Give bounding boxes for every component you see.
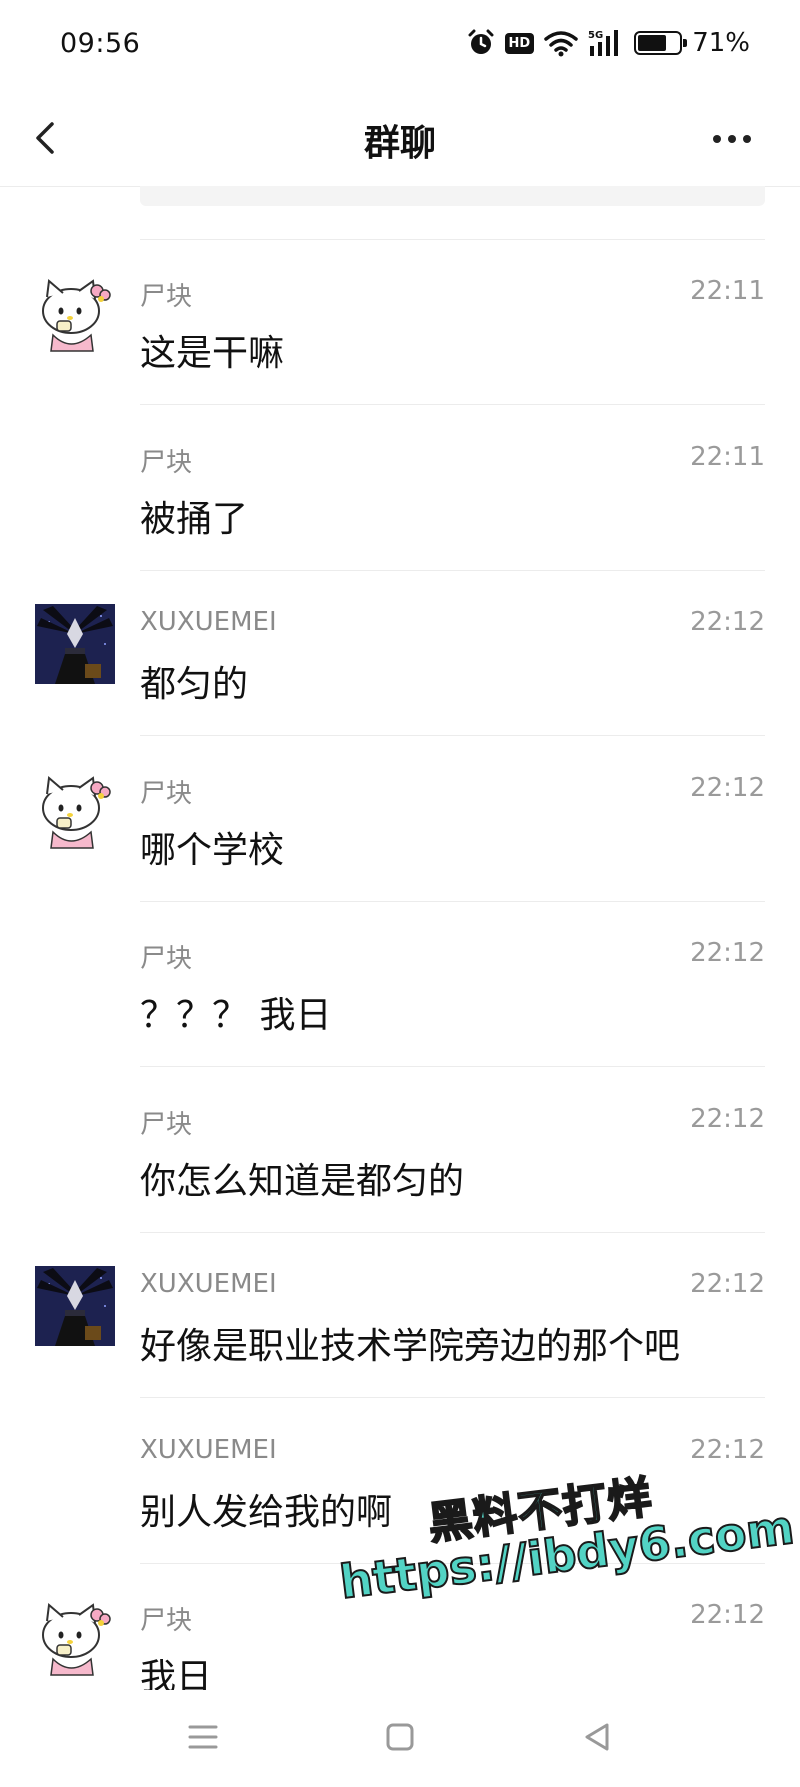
message-sender: 尸块 xyxy=(140,447,193,478)
battery-icon xyxy=(634,31,688,55)
message-sender: 尸块 xyxy=(140,778,193,809)
hello-kitty-avatar[interactable] xyxy=(35,769,115,850)
page-title: 群聊 xyxy=(363,123,436,164)
message-time: 22:12 xyxy=(690,1103,765,1134)
message-sender: 尸块 xyxy=(140,1109,193,1140)
previous-content-remnant xyxy=(140,186,765,206)
message-item[interactable]: 尸块 22:12 哪个学校 xyxy=(0,737,800,902)
message-text: 这是干嘛 xyxy=(140,333,285,374)
message-item[interactable]: XUXUEMEI 22:12 好像是职业技术学院旁边的那个吧 xyxy=(0,1233,800,1398)
message-item[interactable]: 尸块 22:11 被捅了 xyxy=(0,406,800,571)
dark-figure-avatar[interactable] xyxy=(35,1266,115,1346)
home-button[interactable] xyxy=(375,1712,425,1762)
menu-button[interactable] xyxy=(178,1712,228,1762)
message-sender: XUXUEMEI xyxy=(140,1434,277,1465)
signal-icon: 5G xyxy=(588,28,624,58)
message-time: 22:12 xyxy=(690,772,765,803)
battery-fill xyxy=(638,35,667,51)
hd-icon: HD xyxy=(504,32,535,54)
hello-kitty-avatar[interactable] xyxy=(35,273,115,353)
more-button[interactable] xyxy=(702,114,762,164)
system-nav-bar xyxy=(0,1690,800,1787)
hello-kitty-avatar[interactable] xyxy=(35,1597,115,1677)
more-dot xyxy=(743,135,751,143)
menu-icon xyxy=(188,1725,218,1749)
message-time: 22:11 xyxy=(690,276,765,306)
status-bar: 09:56 HD 5G 71% xyxy=(0,0,800,92)
dark-figure-avatar[interactable] xyxy=(35,604,115,684)
nav-bar: 群聊 xyxy=(0,92,800,187)
message-sender: XUXUEMEI xyxy=(140,1269,277,1299)
message-time: 22:12 xyxy=(690,1269,765,1299)
message-time: 22:12 xyxy=(690,607,765,637)
message-time: 22:12 xyxy=(690,938,765,968)
message-text: ？？？ 我日 xyxy=(140,995,332,1036)
home-square-icon xyxy=(386,1723,414,1751)
system-back-button[interactable] xyxy=(572,1712,622,1762)
more-horizontal-icon xyxy=(713,135,721,143)
message-text: 哪个学校 xyxy=(140,829,285,871)
status-icons: HD 5G 71% xyxy=(467,28,750,58)
network-label: 5G xyxy=(588,30,603,41)
back-triangle-icon xyxy=(585,1723,609,1751)
message-item[interactable]: 尸块 22:11 这是干嘛 xyxy=(0,240,800,405)
status-time: 09:56 xyxy=(60,28,141,59)
alarm-icon xyxy=(467,29,495,57)
message-time: 22:11 xyxy=(690,441,765,472)
message-time: 22:12 xyxy=(690,1600,765,1630)
message-sender: 尸块 xyxy=(140,282,193,312)
more-dot xyxy=(728,135,736,143)
message-text: 都匀的 xyxy=(140,664,249,705)
message-sender: 尸块 xyxy=(140,1606,193,1636)
message-sender: 尸块 xyxy=(140,944,193,974)
message-item[interactable]: 尸块 22:12 你怎么知道是都匀的 xyxy=(0,1068,800,1233)
message-item[interactable]: XUXUEMEI 22:12 都匀的 xyxy=(0,571,800,736)
message-sender: XUXUEMEI xyxy=(140,607,277,637)
wifi-icon xyxy=(544,29,578,57)
message-text: 你怎么知道是都匀的 xyxy=(140,1160,465,1202)
message-item[interactable]: 尸块 22:12 ？？？ 我日 xyxy=(0,902,800,1067)
battery-percent: 71% xyxy=(692,28,750,58)
message-text: 被捅了 xyxy=(140,498,249,540)
message-text: 好像是职业技术学院旁边的那个吧 xyxy=(140,1326,681,1367)
